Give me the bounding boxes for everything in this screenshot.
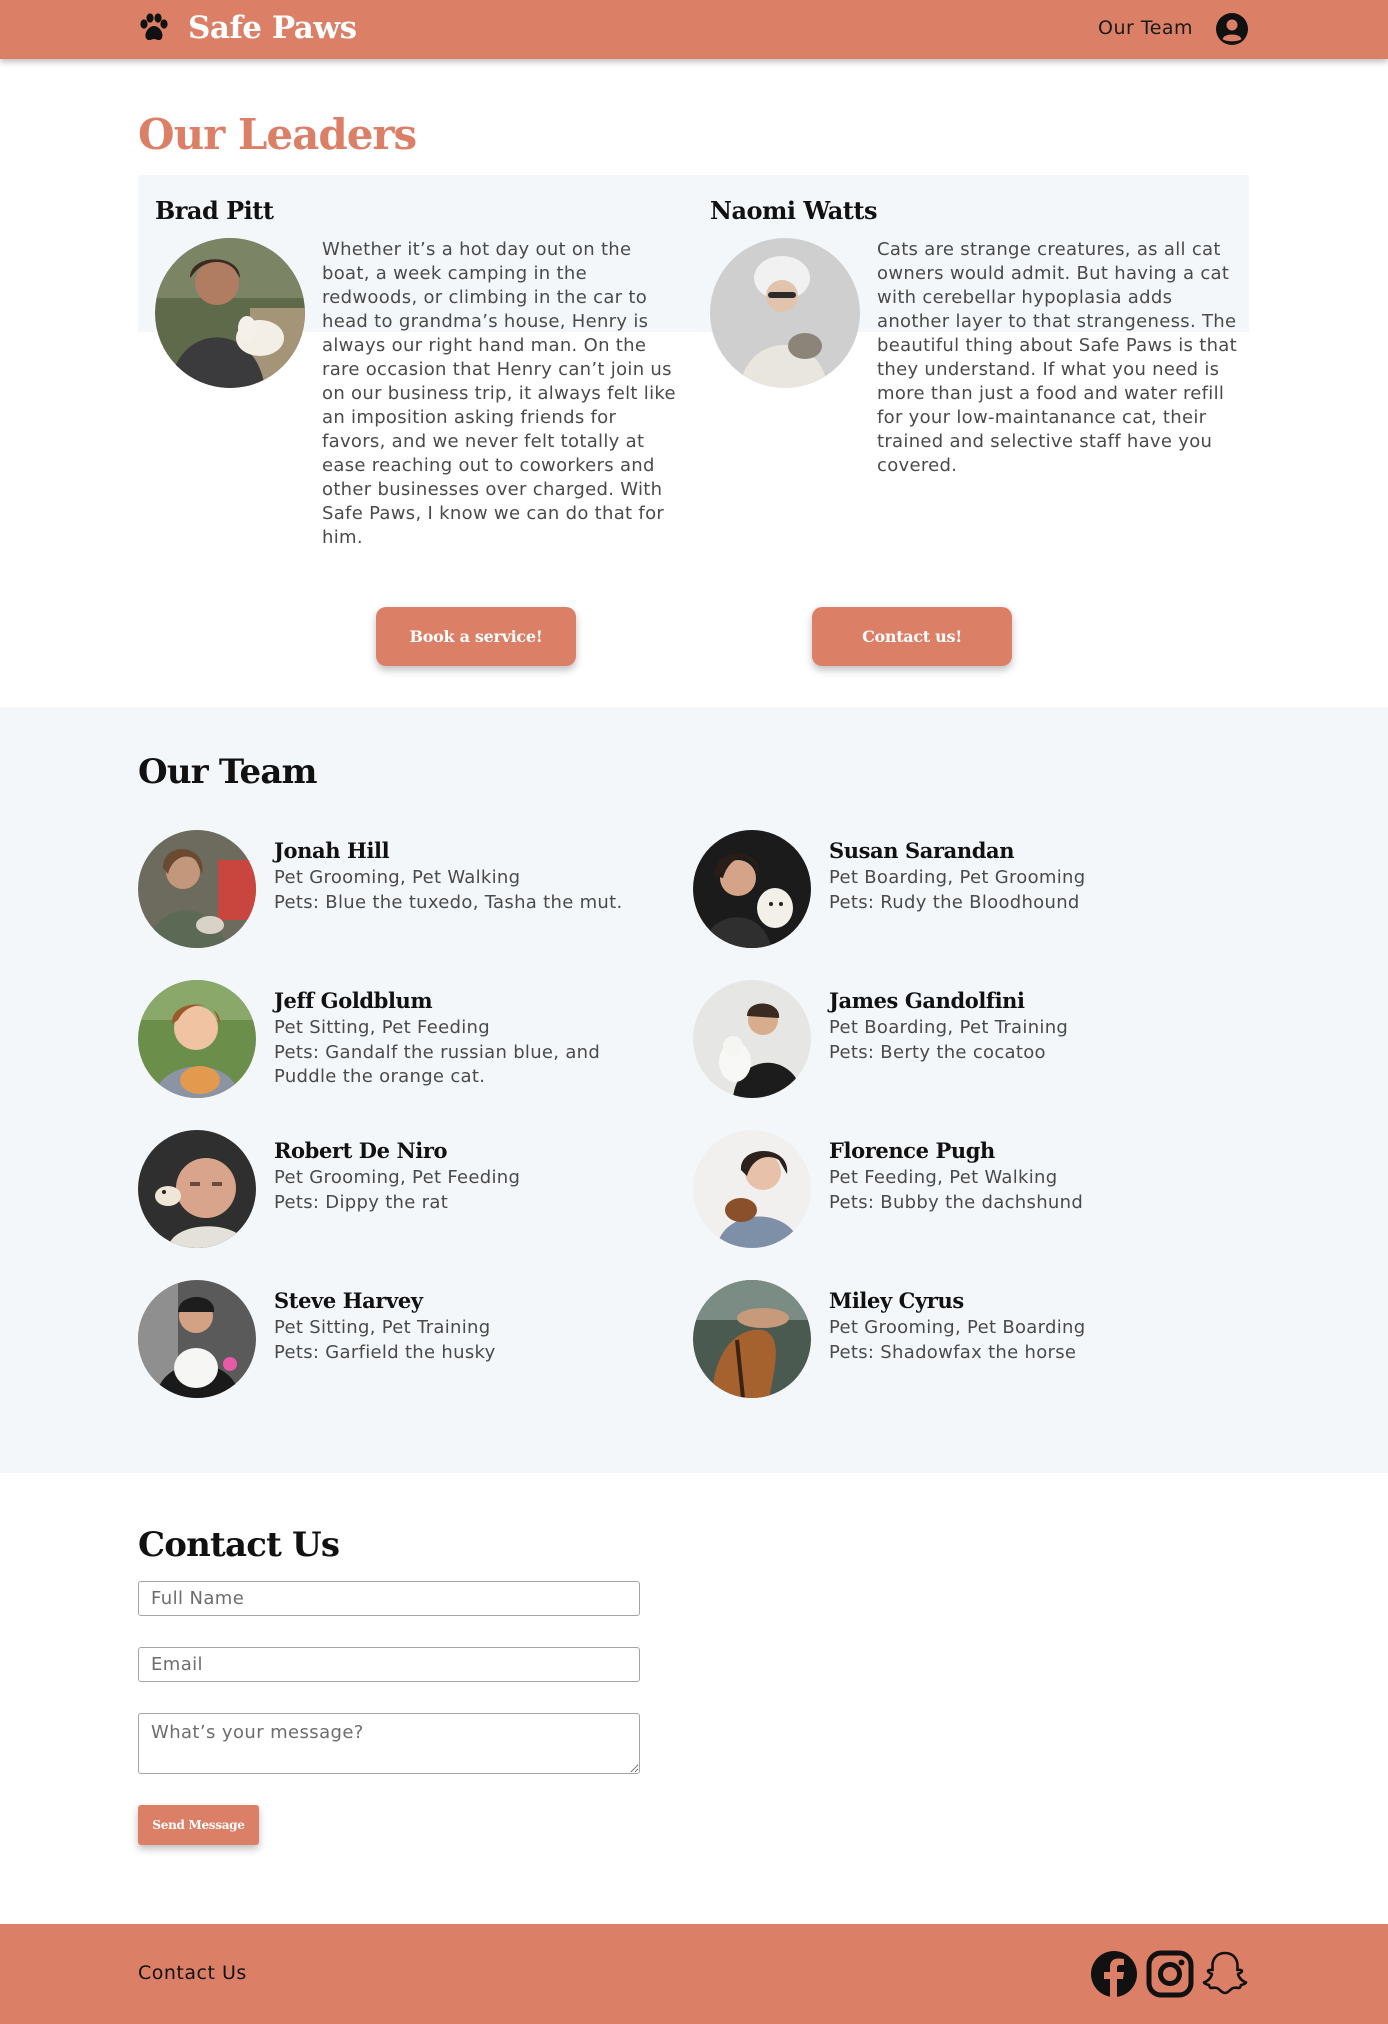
brand[interactable]: Safe Paws: [138, 10, 357, 46]
user-account-icon[interactable]: [1215, 12, 1249, 46]
member-pets: Pets: Gandalf the russian blue, and Pudd…: [274, 1042, 601, 1087]
member-services: Pet Feeding, Pet Walking: [829, 1167, 1058, 1188]
member-services: Pet Grooming, Pet Walking: [274, 867, 521, 888]
member-pets: Pets: Blue the tuxedo, Tasha the mut.: [274, 892, 623, 913]
paw-icon: [140, 13, 168, 41]
team-member-card: James Gandolfini Pet Boarding, Pet Train…: [693, 980, 1223, 1100]
team-title: Our Team: [138, 752, 318, 792]
team-member-card: Robert De Niro Pet Grooming, Pet Feeding…: [138, 1130, 668, 1250]
member-services: Pet Boarding, Pet Grooming: [829, 867, 1086, 888]
member-services: Pet Sitting, Pet Feeding: [274, 1017, 490, 1038]
member-pets: Pets: Berty the cocatoo: [829, 1042, 1046, 1063]
member-pets: Pets: Garfield the husky: [274, 1342, 496, 1363]
snapchat-icon[interactable]: [1200, 1949, 1250, 1999]
member-pets: Pets: Dippy the rat: [274, 1192, 449, 1213]
brand-name: Safe Paws: [188, 10, 357, 46]
member-name: Florence Pugh: [829, 1138, 995, 1163]
member-pets: Pets: Bubby the dachshund: [829, 1192, 1084, 1213]
member-services: Pet Grooming, Pet Boarding: [829, 1317, 1086, 1338]
leader-bio: Cats are strange creatures, as all cat o…: [877, 239, 1237, 476]
leader-photo: [710, 238, 860, 388]
team-member-card: Jeff Goldblum Pet Sitting, Pet Feeding P…: [138, 980, 668, 1100]
team-member-card: Miley Cyrus Pet Grooming, Pet Boarding P…: [693, 1280, 1223, 1400]
member-photo: [693, 1280, 811, 1398]
member-photo: [693, 1130, 811, 1248]
member-photo: [138, 830, 256, 948]
member-name: Jonah Hill: [274, 838, 390, 863]
member-photo: [138, 1280, 256, 1398]
member-services: Pet Sitting, Pet Training: [274, 1317, 491, 1338]
team-member-card: Steve Harvey Pet Sitting, Pet Training P…: [138, 1280, 668, 1400]
footer-contact-link[interactable]: Contact Us: [138, 1962, 247, 1984]
member-name: Miley Cyrus: [829, 1288, 964, 1313]
leader-name: Naomi Watts: [710, 196, 877, 225]
member-photo: [138, 980, 256, 1098]
member-photo: [693, 980, 811, 1098]
member-name: Jeff Goldblum: [274, 988, 433, 1013]
facebook-icon[interactable]: [1089, 1949, 1139, 1999]
member-photo: [138, 1130, 256, 1248]
nav-our-team-link[interactable]: Our Team: [1098, 17, 1193, 39]
member-pets: Pets: Rudy the Bloodhound: [829, 892, 1080, 913]
email-input[interactable]: [138, 1647, 640, 1682]
member-name: Susan Sarandan: [829, 838, 1015, 863]
contact-us-button[interactable]: Contact us!: [812, 607, 1012, 666]
team-member-card: Jonah Hill Pet Grooming, Pet Walking Pet…: [138, 830, 668, 950]
leader-bio: Whether it’s a hot day out on the boat, …: [322, 239, 676, 548]
message-textarea[interactable]: [138, 1713, 640, 1774]
member-services: Pet Grooming, Pet Feeding: [274, 1167, 521, 1188]
member-pets: Pets: Shadowfax the horse: [829, 1342, 1077, 1363]
member-name: James Gandolfini: [829, 988, 1025, 1013]
leaders-title: Our Leaders: [138, 110, 417, 159]
top-navbar: Safe Paws Our Team: [0, 0, 1388, 59]
team-member-card: Florence Pugh Pet Feeding, Pet Walking P…: [693, 1130, 1223, 1250]
full-name-input[interactable]: [138, 1581, 640, 1616]
leader-photo: [155, 238, 305, 388]
member-name: Steve Harvey: [274, 1288, 423, 1313]
member-services: Pet Boarding, Pet Training: [829, 1017, 1069, 1038]
book-service-button[interactable]: Book a service!: [376, 607, 576, 666]
instagram-icon[interactable]: [1145, 1949, 1195, 1999]
contact-title: Contact Us: [138, 1525, 340, 1565]
send-message-button[interactable]: Send Message: [138, 1805, 259, 1845]
footer: Contact Us: [0, 1924, 1388, 2024]
member-photo: [693, 830, 811, 948]
team-member-card: Susan Sarandan Pet Boarding, Pet Groomin…: [693, 830, 1223, 950]
leader-name: Brad Pitt: [155, 196, 274, 225]
member-name: Robert De Niro: [274, 1138, 448, 1163]
